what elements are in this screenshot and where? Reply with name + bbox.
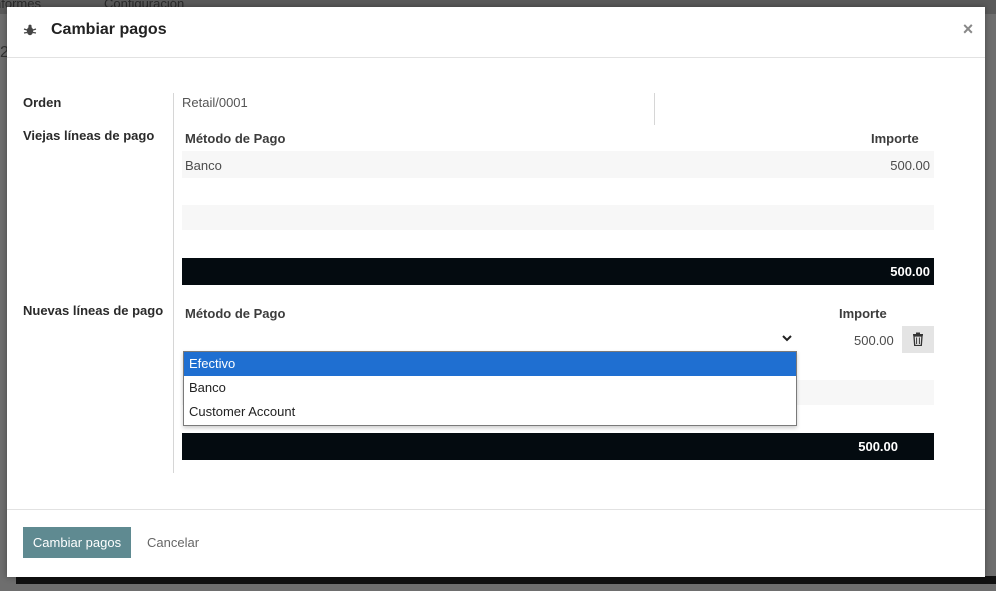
dropdown-option-customer-account[interactable]: Customer Account	[184, 400, 796, 424]
new-col-amount: Importe	[839, 306, 887, 321]
old-lines-label: Viejas líneas de pago	[23, 128, 155, 143]
new-col-method: Método de Pago	[185, 306, 286, 321]
dialog-footer: Cambiar pagos Cancelar	[7, 509, 985, 578]
cancel-button[interactable]: Cancelar	[147, 535, 199, 550]
payment-method-dropdown[interactable]: Efectivo Banco Customer Account	[183, 351, 797, 426]
old-total-value: 500.00	[890, 264, 930, 279]
dialog-title: Cambiar pagos	[51, 21, 167, 38]
field-divider-right	[654, 93, 655, 125]
bug-icon[interactable]	[23, 23, 37, 37]
change-payments-button[interactable]: Cambiar pagos	[23, 527, 131, 558]
close-button[interactable]: ×	[959, 19, 977, 39]
old-row-amount: 500.00	[890, 158, 930, 173]
new-lines-label: Nuevas líneas de pago	[23, 303, 164, 318]
old-row-method: Banco	[185, 158, 222, 173]
dialog-header: Cambiar pagos ×	[7, 7, 985, 58]
dropdown-option-efectivo[interactable]: Efectivo	[184, 352, 796, 376]
new-total-value: 500.00	[858, 439, 898, 454]
order-label: Orden	[23, 95, 62, 110]
new-total-bar: 500.00	[182, 433, 934, 460]
old-total-bar: 500.00	[182, 258, 934, 285]
old-table-row[interactable]: Banco 500.00	[182, 151, 934, 178]
new-row-amount[interactable]: 500.00	[854, 333, 894, 348]
order-value: Retail/0001	[182, 95, 248, 110]
trash-icon	[913, 332, 923, 346]
delete-line-button[interactable]	[902, 326, 934, 353]
change-payments-dialog: Cambiar pagos × Orden Retail/0001 Viejas…	[7, 7, 985, 577]
old-col-amount: Importe	[871, 131, 919, 146]
old-col-method: Método de Pago	[185, 131, 286, 146]
field-divider	[173, 93, 174, 473]
chevron-down-icon[interactable]	[781, 332, 793, 344]
dropdown-option-banco[interactable]: Banco	[184, 376, 796, 400]
old-table-empty-row	[182, 205, 934, 230]
